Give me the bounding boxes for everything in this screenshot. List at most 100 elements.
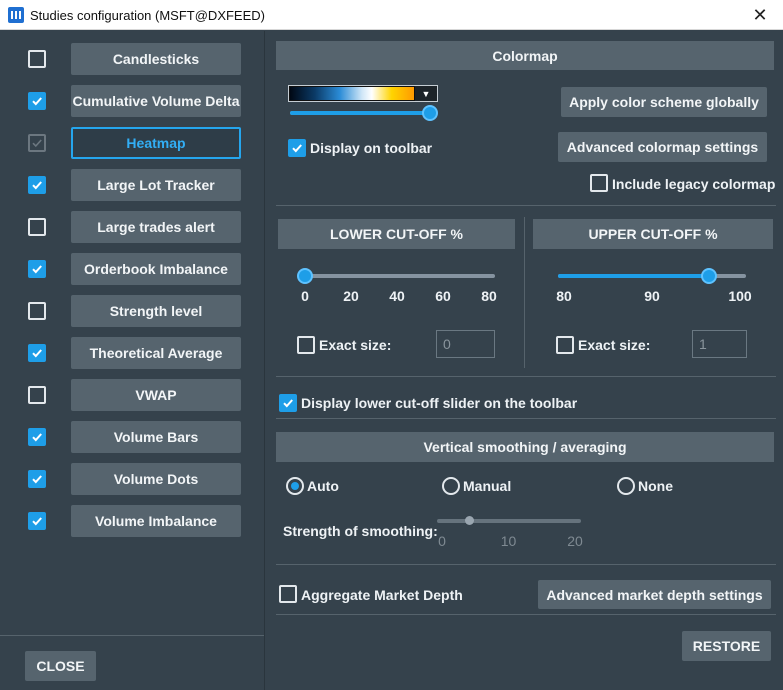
upper-cutoff-tick-label: 90 bbox=[644, 288, 660, 304]
study-checkbox bbox=[28, 134, 46, 152]
study-row: Volume Dots bbox=[0, 463, 265, 495]
restore-button[interactable]: RESTORE bbox=[682, 631, 771, 661]
study-button[interactable]: Large trades alert bbox=[71, 211, 241, 243]
upper-exact-size-input[interactable]: 1 bbox=[692, 330, 747, 358]
study-checkbox[interactable] bbox=[28, 260, 46, 278]
lower-exact-size-checkbox[interactable] bbox=[297, 336, 315, 354]
study-button[interactable]: Volume Dots bbox=[71, 463, 241, 495]
lower-cutoff-header: LOWER CUT-OFF % bbox=[278, 219, 515, 249]
study-row: Volume Imbalance bbox=[0, 505, 265, 537]
divider bbox=[276, 614, 776, 615]
display-lower-slider-checkbox[interactable] bbox=[279, 394, 297, 412]
study-button[interactable]: Heatmap bbox=[71, 127, 241, 159]
smoothing-tick-label: 0 bbox=[438, 533, 446, 549]
apply-color-scheme-globally-button[interactable]: Apply color scheme globally bbox=[561, 87, 767, 117]
display-lower-slider-label: Display lower cut-off slider on the tool… bbox=[301, 395, 578, 411]
smoothing-radio-label: Auto bbox=[307, 478, 339, 494]
study-row: Candlesticks bbox=[0, 43, 265, 75]
smoothing-radio-label: None bbox=[638, 478, 673, 494]
study-button[interactable]: Volume Imbalance bbox=[71, 505, 241, 537]
study-checkbox[interactable] bbox=[28, 512, 46, 530]
study-button[interactable]: Large Lot Tracker bbox=[71, 169, 241, 201]
study-row: Large Lot Tracker bbox=[0, 169, 265, 201]
divider bbox=[276, 376, 776, 377]
study-row: Strength level bbox=[0, 295, 265, 327]
colormap-dropdown[interactable]: ▼ bbox=[288, 85, 438, 102]
study-row: Heatmap bbox=[0, 127, 265, 159]
smoothing-radio-manual[interactable] bbox=[442, 477, 460, 495]
lower-cutoff-tick-label: 0 bbox=[301, 288, 309, 304]
study-button[interactable]: Strength level bbox=[71, 295, 241, 327]
study-checkbox[interactable] bbox=[28, 176, 46, 194]
smoothing-header: Vertical smoothing / averaging bbox=[276, 432, 774, 462]
colormap-gradient-preview bbox=[290, 87, 414, 100]
lower-exact-size-input[interactable]: 0 bbox=[436, 330, 495, 358]
study-button[interactable]: Cumulative Volume Delta bbox=[71, 85, 241, 117]
divider bbox=[0, 635, 264, 636]
aggregate-market-depth-checkbox[interactable] bbox=[279, 585, 297, 603]
advanced-colormap-settings-button[interactable]: Advanced colormap settings bbox=[558, 132, 767, 162]
upper-cutoff-fill bbox=[558, 274, 710, 278]
study-checkbox[interactable] bbox=[28, 218, 46, 236]
lower-cutoff-track[interactable] bbox=[305, 274, 495, 278]
include-legacy-colormap-checkbox[interactable] bbox=[590, 174, 608, 192]
close-button[interactable]: CLOSE bbox=[25, 651, 96, 681]
study-checkbox[interactable] bbox=[28, 344, 46, 362]
app-icon bbox=[8, 7, 24, 23]
divider bbox=[276, 205, 776, 206]
upper-cutoff-header: UPPER CUT-OFF % bbox=[533, 219, 773, 249]
study-row: Orderbook Imbalance bbox=[0, 253, 265, 285]
study-checkbox[interactable] bbox=[28, 302, 46, 320]
lower-cutoff-tick-label: 40 bbox=[389, 288, 405, 304]
strength-of-smoothing-label: Strength of smoothing: bbox=[283, 523, 438, 539]
advanced-market-depth-settings-button[interactable]: Advanced market depth settings bbox=[538, 580, 771, 609]
upper-cutoff-tick-label: 80 bbox=[556, 288, 572, 304]
study-checkbox[interactable] bbox=[28, 92, 46, 110]
smoothing-strength-thumb[interactable] bbox=[464, 516, 474, 525]
colormap-opacity-fill bbox=[290, 111, 430, 115]
study-row: Theoretical Average bbox=[0, 337, 265, 369]
study-button[interactable]: Orderbook Imbalance bbox=[71, 253, 241, 285]
upper-exact-size-checkbox[interactable] bbox=[556, 336, 574, 354]
study-button[interactable]: Theoretical Average bbox=[71, 337, 241, 369]
upper-exact-size-label: Exact size: bbox=[578, 337, 651, 353]
smoothing-tick-label: 20 bbox=[567, 533, 583, 549]
study-checkbox[interactable] bbox=[28, 470, 46, 488]
study-button[interactable]: Candlesticks bbox=[71, 43, 241, 75]
lower-cutoff-tick-label: 60 bbox=[435, 288, 451, 304]
study-button[interactable]: VWAP bbox=[71, 379, 241, 411]
lower-exact-size-label: Exact size: bbox=[319, 337, 392, 353]
aggregate-market-depth-label: Aggregate Market Depth bbox=[301, 587, 463, 603]
studies-panel: Candlesticks Cumulative Volume Delta Heatm… bbox=[0, 31, 265, 690]
study-checkbox[interactable] bbox=[28, 386, 46, 404]
include-legacy-colormap-label: Include legacy colormap bbox=[612, 176, 776, 192]
chevron-down-icon[interactable]: ▼ bbox=[415, 86, 437, 101]
lower-cutoff-tick-label: 80 bbox=[481, 288, 497, 304]
study-checkbox[interactable] bbox=[28, 50, 46, 68]
upper-cutoff-thumb[interactable] bbox=[701, 268, 718, 284]
upper-cutoff-tick-label: 100 bbox=[728, 288, 752, 304]
study-row: Volume Bars bbox=[0, 421, 265, 453]
smoothing-strength-track[interactable] bbox=[437, 519, 581, 523]
study-button[interactable]: Volume Bars bbox=[71, 421, 241, 453]
divider bbox=[524, 217, 525, 368]
window-close-icon[interactable]: ✕ bbox=[737, 0, 783, 30]
smoothing-radio-none[interactable] bbox=[617, 477, 635, 495]
smoothing-radio-auto[interactable] bbox=[286, 477, 304, 495]
display-on-toolbar-label: Display on toolbar bbox=[310, 140, 433, 156]
lower-cutoff-tick-label: 20 bbox=[343, 288, 359, 304]
display-on-toolbar-checkbox[interactable] bbox=[288, 139, 306, 157]
divider bbox=[276, 418, 776, 419]
lower-cutoff-thumb[interactable] bbox=[297, 268, 313, 284]
smoothing-radio-label: Manual bbox=[463, 478, 512, 494]
study-checkbox[interactable] bbox=[28, 428, 46, 446]
colormap-header: Colormap bbox=[276, 41, 774, 70]
study-row: Large trades alert bbox=[0, 211, 265, 243]
smoothing-tick-label: 10 bbox=[500, 533, 517, 549]
title-bar: Studies configuration (MSFT@DXFEED) ✕ bbox=[0, 0, 783, 30]
window-title: Studies configuration (MSFT@DXFEED) bbox=[30, 8, 265, 23]
divider bbox=[276, 564, 776, 565]
colormap-opacity-thumb[interactable] bbox=[422, 105, 438, 121]
study-row: VWAP bbox=[0, 379, 265, 411]
study-row: Cumulative Volume Delta bbox=[0, 85, 265, 117]
